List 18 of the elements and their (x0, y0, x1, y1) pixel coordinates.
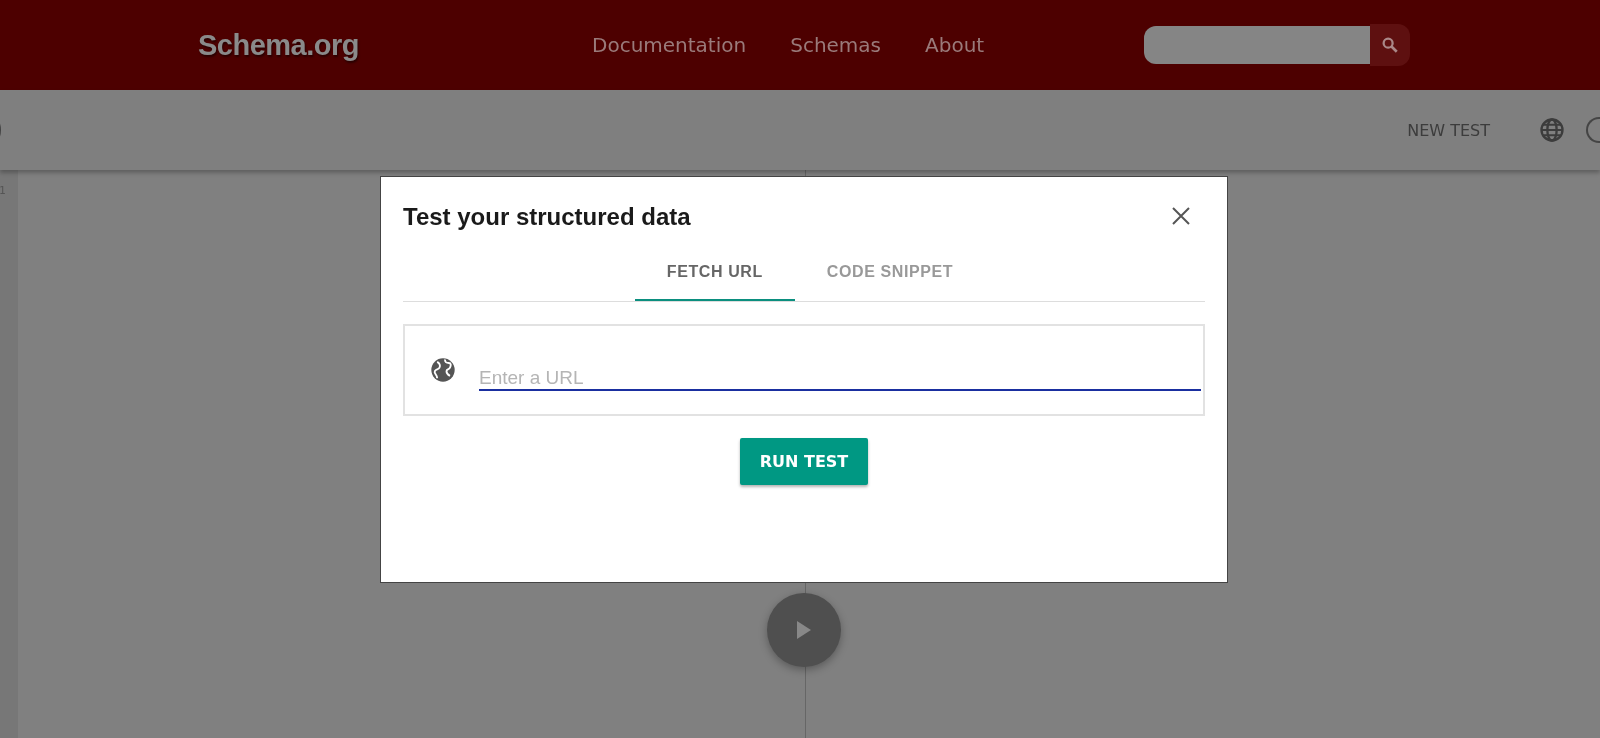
url-field-panel[interactable]: Enter a URL (403, 324, 1205, 416)
search-icon (1381, 36, 1399, 54)
close-icon (1171, 205, 1191, 226)
new-test-button[interactable]: NEW TEST (1405, 116, 1492, 144)
language-icon[interactable] (1538, 116, 1566, 144)
site-logo[interactable]: Schema.org (198, 28, 592, 62)
run-button[interactable] (767, 593, 841, 667)
globe-icon (429, 356, 457, 384)
nav-link[interactable]: Schemas (790, 33, 882, 57)
tab[interactable]: FETCH URL (634, 249, 795, 301)
nav-link[interactable]: About (925, 33, 985, 57)
run-test-button[interactable]: RUN TEST (739, 438, 869, 485)
play-icon (796, 620, 812, 640)
search-field[interactable] (1144, 26, 1370, 64)
dialog-title: Test your structured data (403, 203, 691, 231)
tab[interactable]: CODE SNIPPET (794, 249, 986, 301)
search-button[interactable] (1370, 24, 1410, 66)
nav-link[interactable]: Documentation (592, 33, 747, 57)
